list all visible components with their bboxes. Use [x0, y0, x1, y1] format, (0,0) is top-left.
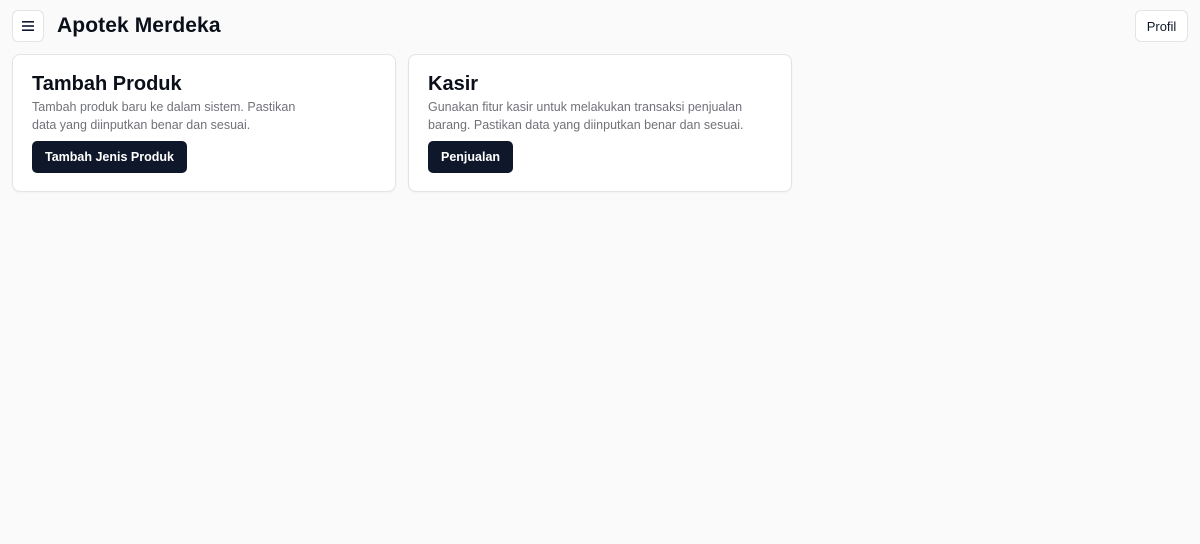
- app-header: Apotek Merdeka Profil: [0, 0, 1200, 52]
- hamburger-menu-icon: [22, 21, 34, 31]
- card-kasir: Kasir Gunakan fitur kasir untuk melakuka…: [408, 54, 792, 192]
- app-title: Apotek Merdeka: [57, 14, 221, 37]
- tambah-jenis-produk-button[interactable]: Tambah Jenis Produk: [32, 141, 187, 173]
- card-title: Kasir: [428, 73, 479, 95]
- card-description: Tambah produk baru ke dalam sistem. Past…: [32, 98, 332, 134]
- card-description-line: Tambah produk baru ke dalam sistem. Past…: [32, 100, 296, 114]
- profile-button[interactable]: Profil: [1135, 10, 1188, 42]
- card-description-line: barang. Pastikan data yang diinputkan be…: [428, 118, 744, 132]
- menu-button[interactable]: [12, 10, 44, 42]
- card-title: Tambah Produk: [32, 73, 182, 95]
- card-description-line: Gunakan fitur kasir untuk melakukan tran…: [428, 100, 743, 114]
- card-tambah-produk: Tambah Produk Tambah produk baru ke dala…: [12, 54, 396, 192]
- penjualan-button[interactable]: Penjualan: [428, 141, 514, 173]
- card-description: Gunakan fitur kasir untuk melakukan tran…: [428, 98, 744, 134]
- card-description-line: data yang diinputkan benar dan sesuai.: [32, 118, 251, 132]
